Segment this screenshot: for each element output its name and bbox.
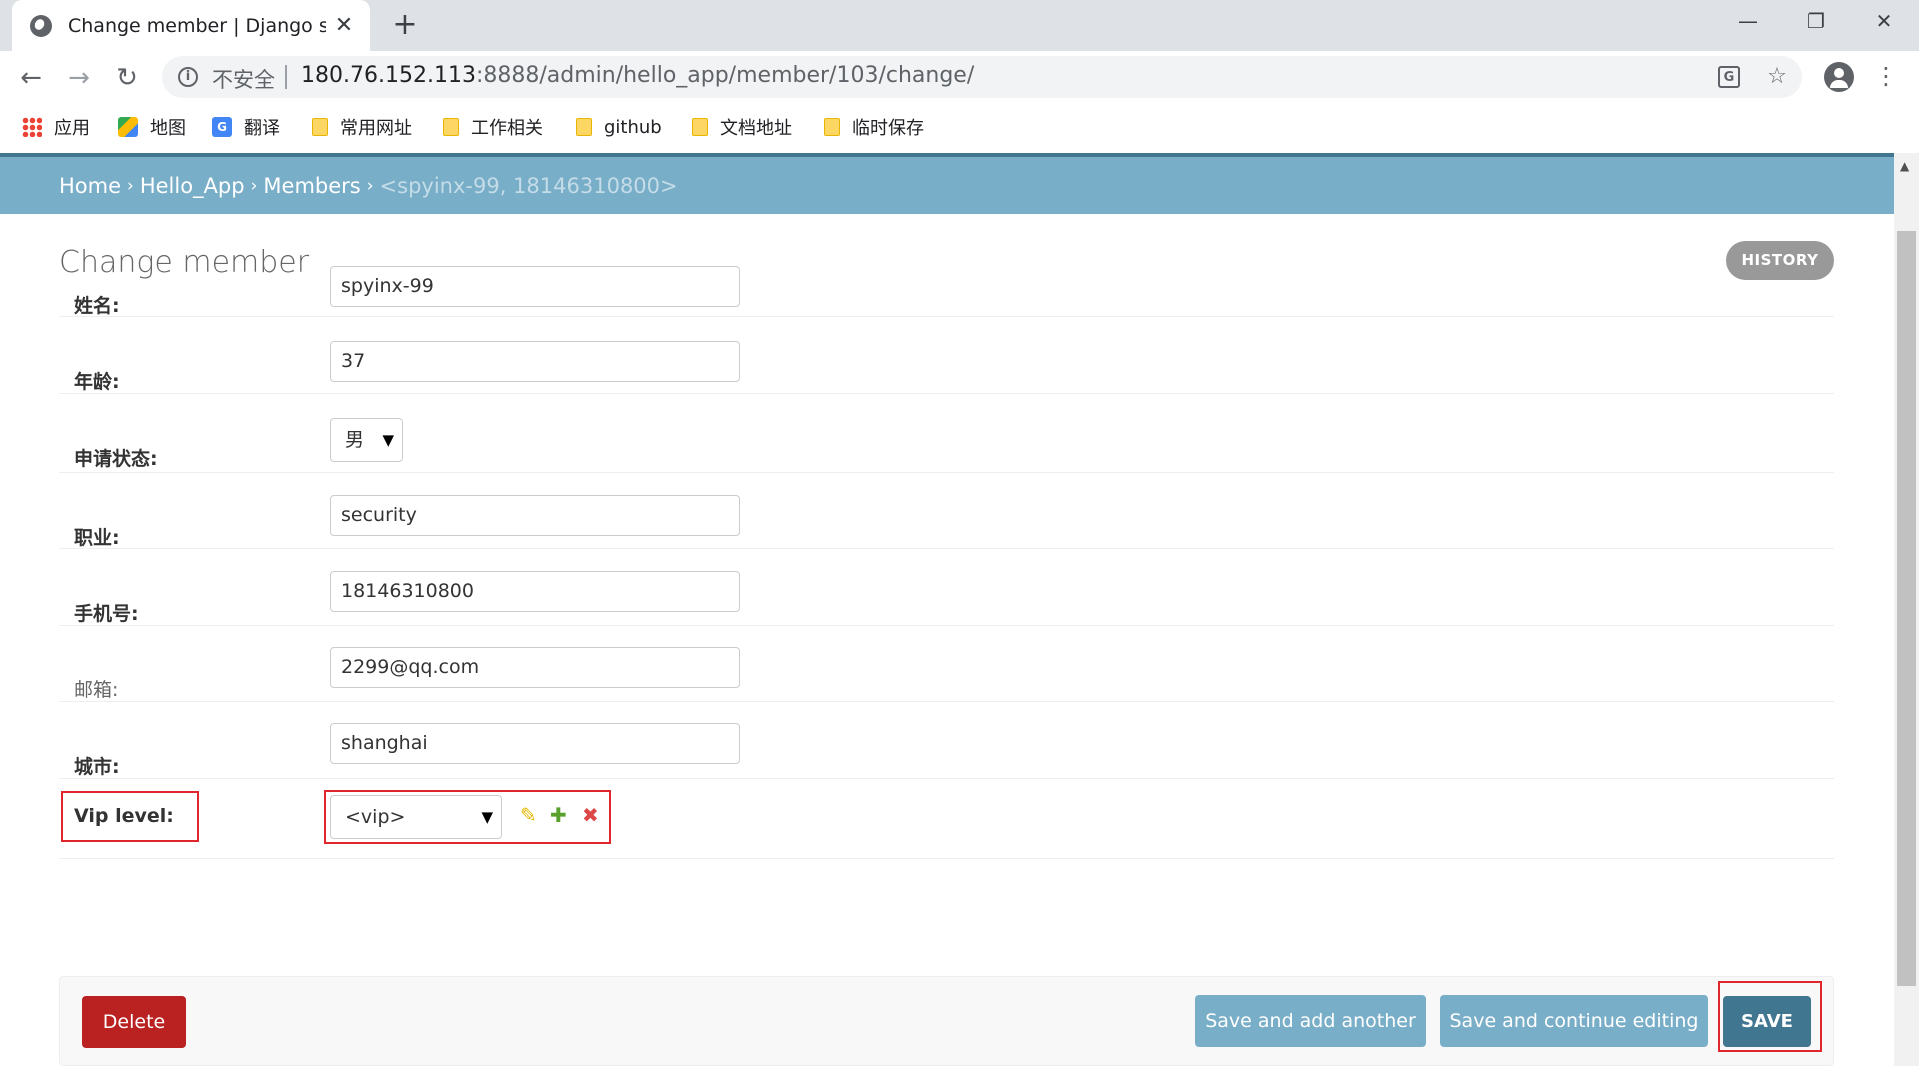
bookmark-label: 应用 bbox=[54, 118, 90, 139]
scrollbar-thumb[interactable] bbox=[1897, 231, 1916, 986]
reload-icon[interactable]: ↻ bbox=[110, 61, 144, 95]
delete-icon[interactable]: ✖ bbox=[582, 803, 599, 827]
status-select-value: 男 bbox=[345, 429, 365, 451]
browser-tab[interactable]: Change member | Django site ✕ bbox=[12, 0, 370, 51]
name-input[interactable]: spyinx-99 bbox=[330, 266, 740, 307]
form-row-city: 城市: shanghai bbox=[59, 702, 1834, 779]
save-button[interactable]: SAVE bbox=[1723, 996, 1811, 1047]
kebab-menu-icon[interactable]: ⋮ bbox=[1874, 61, 1898, 93]
delete-button[interactable]: Delete bbox=[82, 996, 186, 1048]
admin-page: Home › Hello_App › Members › <spyinx-99,… bbox=[0, 153, 1894, 1066]
city-label: 城市: bbox=[74, 756, 120, 778]
tab-title: Change member | Django site bbox=[68, 14, 326, 37]
bookmark-apps[interactable]: 应用 bbox=[22, 112, 90, 142]
breadcrumb-current: <spyinx-99, 18146310800> bbox=[379, 173, 678, 198]
bookmark-folder[interactable]: 临时保存 bbox=[824, 112, 924, 142]
folder-icon bbox=[443, 118, 459, 136]
bookmark-label: 工作相关 bbox=[471, 118, 543, 139]
browser-toolbar: ← → ↻ i 不安全 180.76.152.113:8888/admin/he… bbox=[0, 51, 1919, 104]
globe-icon bbox=[30, 14, 52, 37]
name-label: 姓名: bbox=[74, 295, 120, 317]
folder-icon bbox=[824, 118, 840, 136]
breadcrumb-model[interactable]: Members bbox=[263, 174, 360, 198]
window-close-icon[interactable]: ✕ bbox=[1862, 6, 1906, 36]
form-row-age: 年龄: 37 bbox=[59, 317, 1834, 394]
status-select[interactable]: 男 ▼ bbox=[330, 418, 403, 462]
bookmark-label: github bbox=[604, 116, 662, 138]
translate-icon: G bbox=[212, 117, 232, 137]
url-text[interactable]: 180.76.152.113:8888/admin/hello_app/memb… bbox=[301, 63, 974, 88]
vip-level-select[interactable]: <vip> ▼ bbox=[330, 795, 502, 839]
bookmark-folder[interactable]: github bbox=[576, 112, 662, 142]
city-input[interactable]: shanghai bbox=[330, 723, 740, 764]
folder-icon bbox=[312, 118, 328, 136]
insecure-label: 不安全 bbox=[212, 68, 275, 92]
info-icon[interactable]: i bbox=[178, 67, 198, 87]
status-label: 申请状态: bbox=[74, 448, 158, 470]
profile-icon[interactable] bbox=[1824, 62, 1854, 92]
back-icon[interactable]: ← bbox=[14, 61, 48, 95]
folder-icon bbox=[692, 118, 708, 136]
bookmark-translate[interactable]: G 翻译 bbox=[212, 112, 280, 142]
folder-icon bbox=[576, 118, 592, 136]
chevron-down-icon: ▼ bbox=[481, 808, 493, 826]
breadcrumb-separator: › bbox=[366, 175, 374, 196]
bookmark-label: 文档地址 bbox=[720, 118, 792, 139]
scroll-up-icon[interactable]: ▲ bbox=[1900, 159, 1909, 173]
translate-page-icon[interactable]: G bbox=[1718, 66, 1740, 88]
breadcrumb: Home › Hello_App › Members › <spyinx-99,… bbox=[0, 153, 1894, 214]
omnibox-divider bbox=[285, 65, 287, 89]
age-label: 年龄: bbox=[74, 371, 120, 393]
bookmark-label: 翻译 bbox=[244, 118, 280, 139]
minimize-icon[interactable]: — bbox=[1726, 6, 1770, 36]
form-row-name: 姓名: spyinx-99 bbox=[59, 243, 1834, 317]
breadcrumb-home[interactable]: Home bbox=[59, 174, 121, 198]
email-input[interactable]: 2299@qq.com bbox=[330, 647, 740, 688]
form-row-email: 邮箱: 2299@qq.com bbox=[59, 626, 1834, 702]
map-icon bbox=[118, 117, 138, 137]
vertical-scrollbar[interactable]: ▲ bbox=[1894, 153, 1919, 1066]
restore-icon[interactable]: ❐ bbox=[1794, 6, 1838, 36]
save-and-continue-button[interactable]: Save and continue editing bbox=[1440, 995, 1708, 1047]
browser-chrome: Change member | Django site ✕ + — ❐ ✕ ← … bbox=[0, 0, 1919, 153]
breadcrumb-separator: › bbox=[127, 175, 134, 196]
form-row-phone: 手机号: 18146310800 bbox=[59, 549, 1834, 626]
job-label: 职业: bbox=[74, 527, 120, 549]
email-label: 邮箱: bbox=[74, 679, 119, 701]
phone-input[interactable]: 18146310800 bbox=[330, 571, 740, 612]
bookmark-map[interactable]: 地图 bbox=[118, 112, 186, 142]
pencil-icon[interactable]: ✎ bbox=[520, 803, 537, 827]
apps-icon bbox=[22, 117, 42, 137]
form-row-vip: Vip level: <vip> ▼ ✎ ✚ ✖ bbox=[59, 779, 1834, 859]
close-tab-icon[interactable]: ✕ bbox=[332, 13, 356, 38]
bookmark-folder[interactable]: 文档地址 bbox=[692, 112, 792, 142]
address-bar[interactable]: i 不安全 180.76.152.113:8888/admin/hello_ap… bbox=[162, 56, 1802, 98]
vip-level-label: Vip level: bbox=[74, 805, 174, 827]
chevron-down-icon: ▼ bbox=[382, 431, 394, 449]
new-tab-icon[interactable]: + bbox=[388, 8, 422, 42]
phone-label: 手机号: bbox=[74, 603, 139, 625]
bookmark-label: 临时保存 bbox=[852, 118, 924, 139]
bookmark-folder[interactable]: 工作相关 bbox=[443, 112, 543, 142]
bookmark-folder[interactable]: 常用网址 bbox=[312, 112, 412, 142]
job-input[interactable]: security bbox=[330, 495, 740, 536]
breadcrumb-separator: › bbox=[250, 175, 258, 196]
breadcrumb-app[interactable]: Hello_App bbox=[140, 174, 245, 198]
form-row-job: 职业: security bbox=[59, 473, 1834, 549]
bookmark-label: 地图 bbox=[150, 118, 186, 139]
forward-icon[interactable]: → bbox=[62, 61, 96, 95]
star-icon[interactable]: ☆ bbox=[1764, 64, 1790, 90]
vip-select-value: <vip> bbox=[345, 806, 406, 828]
age-input[interactable]: 37 bbox=[330, 341, 740, 382]
add-icon[interactable]: ✚ bbox=[550, 803, 567, 827]
form-row-status: 申请状态: 男 ▼ bbox=[59, 394, 1834, 473]
tab-strip: Change member | Django site ✕ + — ❐ ✕ bbox=[0, 0, 1919, 51]
bookmark-label: 常用网址 bbox=[340, 118, 412, 139]
save-and-add-another-button[interactable]: Save and add another bbox=[1195, 995, 1426, 1047]
bookmarks-bar: 应用 地图 G 翻译 常用网址 工作相关 github 文档地址 临时保存 bbox=[0, 104, 1919, 150]
submit-row: Delete Save and add another Save and con… bbox=[59, 976, 1834, 1066]
